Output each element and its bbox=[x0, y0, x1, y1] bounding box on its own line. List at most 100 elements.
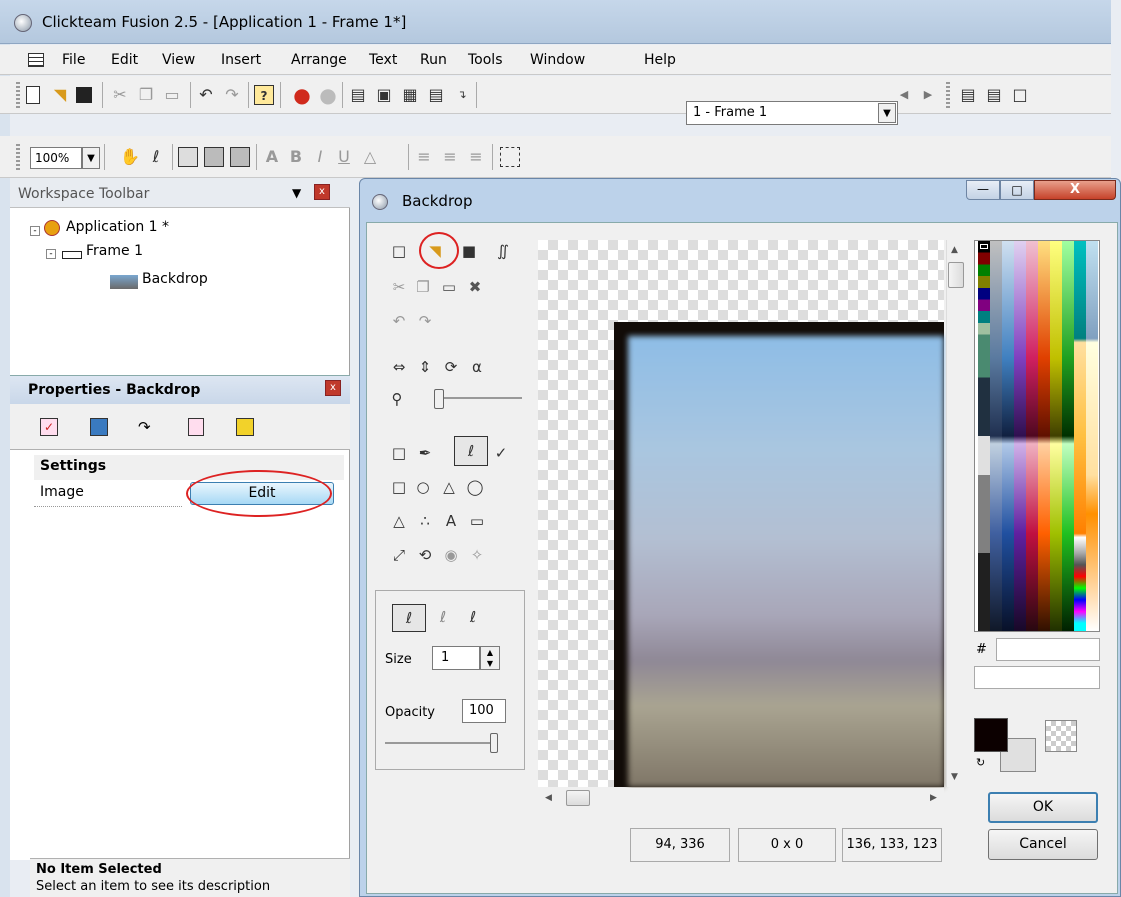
font-icon[interactable]: A bbox=[262, 147, 282, 167]
rotate-icon[interactable]: ⟳ bbox=[440, 356, 462, 378]
menu-run[interactable]: Run bbox=[420, 52, 447, 68]
layout-icon-3[interactable]: □ bbox=[1010, 85, 1030, 105]
save-icon[interactable]: ■ bbox=[458, 240, 480, 262]
minimize-button[interactable]: — bbox=[966, 180, 1000, 200]
redo-icon[interactable]: ↷ bbox=[414, 310, 436, 332]
horizontal-scroll-thumb[interactable] bbox=[566, 790, 590, 806]
palette-column[interactable] bbox=[1086, 241, 1098, 631]
palette-column[interactable] bbox=[1074, 241, 1086, 631]
fill-color-icon[interactable]: △ bbox=[360, 147, 380, 167]
resize-icon[interactable]: ⤢ bbox=[388, 544, 410, 566]
new-icon[interactable] bbox=[26, 86, 40, 104]
frame-editor-icon[interactable]: ▣ bbox=[374, 85, 394, 105]
menu-arrange[interactable]: Arrange bbox=[291, 52, 347, 68]
ok-button[interactable]: OK bbox=[988, 792, 1098, 823]
menu-tools[interactable]: Tools bbox=[468, 52, 503, 68]
close-button[interactable]: X bbox=[1034, 180, 1116, 200]
undo-icon[interactable]: ↶ bbox=[196, 85, 216, 105]
palette-column[interactable] bbox=[1050, 241, 1062, 631]
stop-icon[interactable]: ● bbox=[318, 85, 338, 105]
chevron-down-icon[interactable]: ▼ bbox=[878, 103, 896, 123]
italic-icon[interactable]: I bbox=[310, 147, 330, 167]
menu-insert[interactable]: Insert bbox=[221, 52, 261, 68]
cancel-button[interactable]: Cancel bbox=[988, 829, 1098, 860]
menu-text[interactable]: Text bbox=[369, 52, 397, 68]
eyedropper-icon[interactable]: ✒ bbox=[414, 442, 436, 464]
storyboard-icon[interactable]: ▤ bbox=[348, 85, 368, 105]
transparent-color-swatch[interactable] bbox=[1045, 720, 1077, 752]
pin-icon[interactable]: ▼ bbox=[292, 186, 301, 200]
menu-edit[interactable]: Edit bbox=[111, 52, 138, 68]
tab-display-icon[interactable] bbox=[90, 418, 108, 436]
scroll-up-icon[interactable]: ▲ bbox=[951, 245, 958, 255]
polygon-icon[interactable]: △ bbox=[438, 476, 460, 498]
tree-application[interactable]: Application 1 * bbox=[66, 219, 169, 235]
zoom-slider-thumb[interactable] bbox=[434, 389, 444, 409]
grid-icon-3[interactable] bbox=[230, 147, 250, 167]
tree-frame[interactable]: Frame 1 bbox=[86, 243, 143, 259]
resize-icon[interactable] bbox=[500, 147, 520, 167]
foreground-color-swatch[interactable] bbox=[974, 718, 1008, 752]
menu-file[interactable]: File bbox=[62, 52, 85, 68]
maximize-button[interactable]: □ bbox=[1000, 180, 1034, 200]
cut-icon[interactable]: ✂ bbox=[110, 85, 130, 105]
palette-column[interactable] bbox=[978, 241, 990, 631]
help-icon[interactable]: ? bbox=[254, 85, 274, 105]
shape-icon[interactable]: ◯ bbox=[464, 476, 486, 498]
opacity-slider-thumb[interactable] bbox=[490, 733, 498, 753]
palette-column[interactable] bbox=[1014, 241, 1026, 631]
rotate-tool-icon[interactable]: ⟲ bbox=[414, 544, 436, 566]
align-center-icon[interactable]: ≡ bbox=[440, 147, 460, 167]
tab-runtime-icon[interactable] bbox=[188, 418, 204, 436]
opacity-field[interactable]: 100 bbox=[462, 699, 506, 723]
zoom-slider[interactable] bbox=[440, 397, 522, 399]
color-name-field[interactable] bbox=[974, 666, 1100, 689]
palette-column[interactable] bbox=[990, 241, 1002, 631]
opacity-slider[interactable] bbox=[385, 742, 497, 744]
paste-icon[interactable]: ▭ bbox=[438, 276, 460, 298]
palette-column[interactable] bbox=[1002, 241, 1014, 631]
underline-icon[interactable]: U bbox=[334, 147, 354, 167]
grid-icon-2[interactable] bbox=[204, 147, 224, 167]
spray-icon[interactable]: ∴ bbox=[414, 510, 436, 532]
eraser-icon[interactable]: ▭ bbox=[466, 510, 488, 532]
size-spinner[interactable]: ▲ ▼ bbox=[480, 646, 500, 670]
zoom-select[interactable]: 100% bbox=[30, 147, 82, 169]
brush-mode-2-icon[interactable]: ℓ bbox=[432, 606, 454, 628]
palette-column[interactable] bbox=[1038, 241, 1050, 631]
hotspot-icon[interactable]: ✧ bbox=[466, 544, 488, 566]
size-field[interactable]: 1 bbox=[432, 646, 480, 670]
line-icon[interactable]: ✓ bbox=[490, 442, 512, 464]
tree-backdrop[interactable]: Backdrop bbox=[142, 271, 208, 287]
scroll-down-icon[interactable]: ▼ bbox=[951, 772, 958, 782]
tab-size-icon[interactable]: ↷ bbox=[138, 418, 151, 436]
scroll-right-icon[interactable]: ▶ bbox=[930, 793, 937, 803]
data-elements-icon[interactable]: ↴ bbox=[452, 85, 472, 105]
menu-window[interactable]: Window bbox=[530, 52, 585, 68]
align-left-icon[interactable]: ≡ bbox=[414, 147, 434, 167]
vertical-scrollbar[interactable] bbox=[946, 240, 966, 787]
menu-icon[interactable] bbox=[28, 53, 44, 67]
vertical-scroll-thumb[interactable] bbox=[948, 262, 964, 288]
copy-icon[interactable]: ❐ bbox=[412, 276, 434, 298]
eye-icon[interactable]: ◉ bbox=[440, 544, 462, 566]
close-icon[interactable]: x bbox=[325, 380, 341, 396]
palette-column[interactable] bbox=[1062, 241, 1074, 631]
text-icon[interactable]: A bbox=[440, 510, 462, 532]
collapse-icon[interactable]: - bbox=[30, 226, 40, 236]
align-right-icon[interactable]: ≡ bbox=[466, 147, 486, 167]
save-icon[interactable] bbox=[76, 87, 92, 103]
scroll-left-icon[interactable]: ◀ bbox=[545, 793, 552, 803]
undo-icon[interactable]: ↶ bbox=[388, 310, 410, 332]
flip-vertical-icon[interactable]: ⇕ bbox=[414, 356, 436, 378]
frame-select[interactable]: 1 - Frame 1 bbox=[686, 101, 898, 125]
menu-view[interactable]: View bbox=[162, 52, 195, 68]
layout-icon-2[interactable]: ▤ bbox=[984, 85, 1004, 105]
zoom-icon[interactable]: ⚲ bbox=[386, 388, 408, 410]
flip-horizontal-icon[interactable]: ⇔ bbox=[388, 356, 410, 378]
selection-icon[interactable]: □ bbox=[388, 442, 410, 464]
event-editor-icon[interactable]: ▦ bbox=[400, 85, 420, 105]
tab-settings-icon[interactable]: ✓ bbox=[40, 418, 58, 436]
copy-icon[interactable]: ❐ bbox=[136, 85, 156, 105]
open-icon[interactable]: ◥ bbox=[50, 85, 70, 105]
